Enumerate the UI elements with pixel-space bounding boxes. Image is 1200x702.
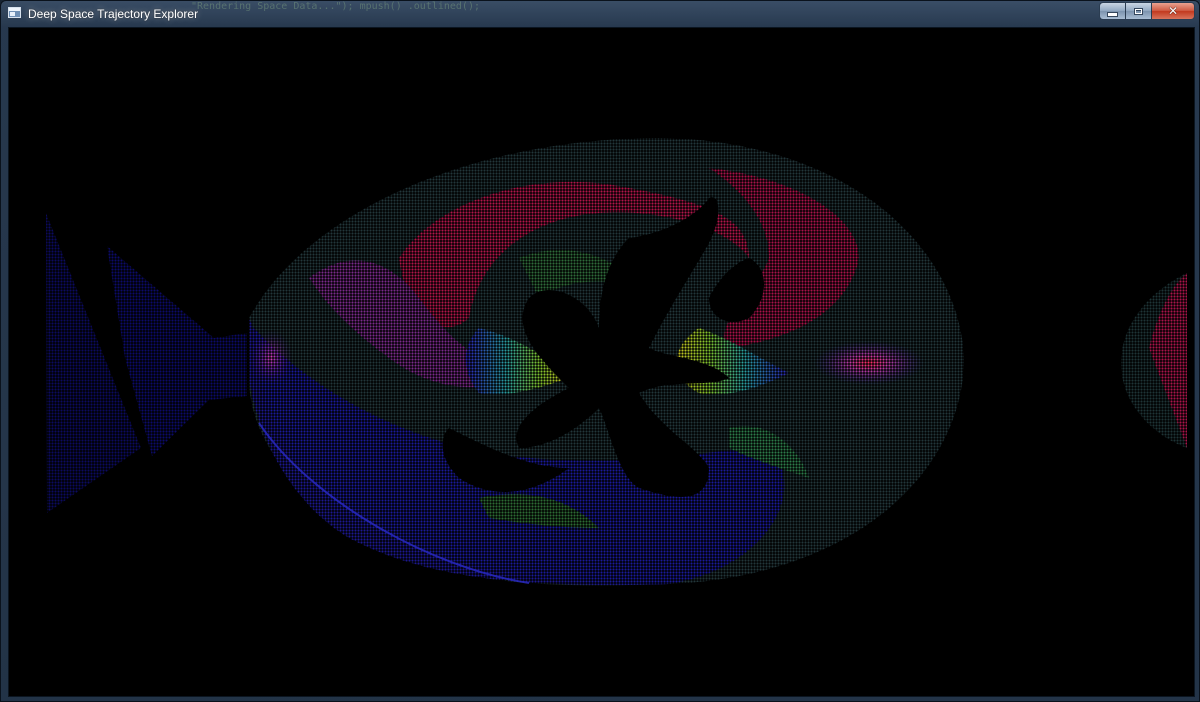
trajectory-viewport[interactable] xyxy=(8,27,1195,697)
background-code-text: "Rendering Space Data..."); mpush() .out… xyxy=(191,1,480,12)
trajectory-render xyxy=(46,138,1187,586)
caption-buttons: ✕ xyxy=(1099,2,1195,20)
window-app-icon[interactable] xyxy=(8,7,21,18)
close-icon: ✕ xyxy=(1167,4,1179,18)
maximize-icon xyxy=(1134,7,1143,15)
app-window: "Rendering Space Data..."); mpush() .out… xyxy=(0,0,1200,702)
minimize-button[interactable] xyxy=(1099,2,1125,20)
window-title: Deep Space Trajectory Explorer xyxy=(28,7,199,21)
maximize-button[interactable] xyxy=(1125,2,1151,20)
title-bar[interactable]: "Rendering Space Data..."); mpush() .out… xyxy=(1,1,1199,27)
close-button[interactable]: ✕ xyxy=(1151,2,1195,20)
minimize-icon xyxy=(1107,11,1118,17)
